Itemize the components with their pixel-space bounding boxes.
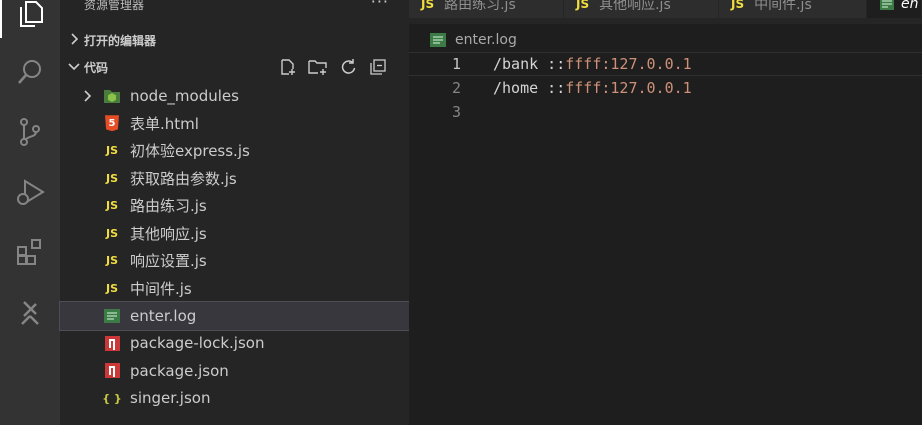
breadcrumb-file: enter.log xyxy=(455,32,517,48)
explorer-icon[interactable] xyxy=(0,0,60,38)
node-folder-icon xyxy=(102,86,122,106)
folder-toolbar xyxy=(277,57,389,77)
javascript-icon: JS xyxy=(105,281,118,295)
tab-label: en xyxy=(901,0,919,12)
line-number: 1 xyxy=(451,55,461,73)
tree-file-json[interactable]: { } singer.json xyxy=(60,385,409,413)
chevron-down-icon xyxy=(68,63,80,71)
explorer-sidebar: 资源管理器 ··· 打开的编辑器 代码 node_modules 5 表单.ht… xyxy=(59,0,410,425)
explorer-title: 资源管理器 xyxy=(84,0,145,12)
javascript-icon: JS xyxy=(576,0,590,11)
javascript-icon: JS xyxy=(105,226,118,240)
code-path: /home xyxy=(493,79,539,97)
breadcrumb[interactable]: enter.log xyxy=(409,28,517,52)
tab-label: 其他响应.js xyxy=(599,0,671,13)
folder-section[interactable]: 代码 xyxy=(60,55,409,79)
open-editors-label: 打开的编辑器 xyxy=(84,34,157,48)
list-item-label: 路由练习.js xyxy=(130,197,207,216)
tree-file-npm[interactable]: package.json xyxy=(60,357,409,385)
javascript-icon: JS xyxy=(731,0,745,11)
javascript-icon: JS xyxy=(421,0,435,11)
tab-middleware[interactable]: JS 中间件.js xyxy=(719,0,867,18)
list-item-label: singer.json xyxy=(130,389,211,408)
code-line[interactable]: 1 /bank ::ffff:127.0.0.1 xyxy=(409,52,922,76)
line-number: 3 xyxy=(451,103,461,121)
chevron-right-icon xyxy=(84,90,92,102)
list-item-label: 响应设置.js xyxy=(130,252,207,271)
activity-bar xyxy=(0,0,60,425)
json-braces-icon: { } xyxy=(102,391,122,405)
code-line[interactable]: 3 xyxy=(409,100,922,124)
code-path: /bank xyxy=(493,55,539,73)
javascript-icon: JS xyxy=(105,171,118,185)
tree-file-js[interactable]: JS 响应设置.js xyxy=(60,247,409,275)
html5-icon: 5 xyxy=(105,115,119,132)
list-item-label: node_modules xyxy=(130,86,239,105)
source-control-icon[interactable] xyxy=(0,108,60,156)
run-debug-icon[interactable] xyxy=(0,168,60,216)
javascript-icon: JS xyxy=(105,254,118,268)
tree-file-html[interactable]: 5 表单.html xyxy=(60,110,409,138)
tree-folder-node-modules[interactable]: node_modules xyxy=(60,82,409,110)
tree-file-js[interactable]: JS 初体验express.js xyxy=(60,137,409,165)
extensions-icon[interactable] xyxy=(0,228,60,276)
npm-icon xyxy=(104,335,120,351)
list-item-label: package-lock.json xyxy=(130,334,265,353)
code-line[interactable]: 2 /home ::ffff:127.0.0.1 xyxy=(409,76,922,100)
collapse-all-icon[interactable] xyxy=(367,57,389,77)
npm-icon xyxy=(104,363,120,379)
tab-route-practice[interactable]: JS 路由练习.js xyxy=(409,0,564,18)
tree-file-js[interactable]: JS 获取路由参数.js xyxy=(60,165,409,193)
tree-file-npm[interactable]: package-lock.json xyxy=(60,330,409,358)
code-separator: :: xyxy=(538,79,566,97)
editor-tabs: JS 路由练习.js JS 其他响应.js JS 中间件.js en xyxy=(409,0,922,24)
file-tree: node_modules 5 表单.html JS 初体验express.js … xyxy=(59,82,410,413)
chevron-right-icon xyxy=(71,33,79,45)
more-actions-button[interactable]: ··· xyxy=(371,0,389,11)
new-file-icon[interactable] xyxy=(277,57,299,77)
tree-file-js[interactable]: JS 中间件.js xyxy=(60,275,409,303)
tab-enter-log[interactable]: en xyxy=(867,0,922,18)
list-item-label: package.json xyxy=(130,361,229,380)
testing-icon[interactable] xyxy=(0,288,60,336)
log-file-icon xyxy=(880,0,894,10)
javascript-icon: JS xyxy=(105,144,118,158)
refresh-icon[interactable] xyxy=(337,57,359,77)
list-item-label: 获取路由参数.js xyxy=(130,169,237,188)
code-address: ffff:127.0.0.1 xyxy=(565,79,692,97)
log-file-icon xyxy=(430,33,446,47)
code-separator: :: xyxy=(538,55,566,73)
open-editors-section[interactable]: 打开的编辑器 xyxy=(60,28,409,52)
tab-label: 路由练习.js xyxy=(444,0,516,13)
search-icon[interactable] xyxy=(0,48,60,96)
list-item-label: 中间件.js xyxy=(130,279,192,298)
code-editor[interactable]: 1 /bank ::ffff:127.0.0.1 2 /home ::ffff:… xyxy=(409,52,922,425)
list-item-label: 表单.html xyxy=(130,114,199,133)
tree-file-log-selected[interactable]: enter.log xyxy=(59,301,410,331)
log-file-icon xyxy=(102,306,122,326)
javascript-icon: JS xyxy=(105,199,118,213)
list-item-label: enter.log xyxy=(130,306,197,325)
tab-label: 中间件.js xyxy=(754,0,812,13)
tree-file-js[interactable]: JS 路由练习.js xyxy=(60,192,409,220)
list-item-label: 其他响应.js xyxy=(130,224,207,243)
folder-label: 代码 xyxy=(84,61,109,75)
code-address: ffff:127.0.0.1 xyxy=(565,55,692,73)
tree-file-js[interactable]: JS 其他响应.js xyxy=(60,220,409,248)
line-number: 2 xyxy=(451,79,461,97)
list-item-label: 初体验express.js xyxy=(130,142,250,161)
new-folder-icon[interactable] xyxy=(307,57,329,77)
tab-other-response[interactable]: JS 其他响应.js xyxy=(564,0,719,18)
explorer-header: 资源管理器 ··· xyxy=(60,0,409,14)
